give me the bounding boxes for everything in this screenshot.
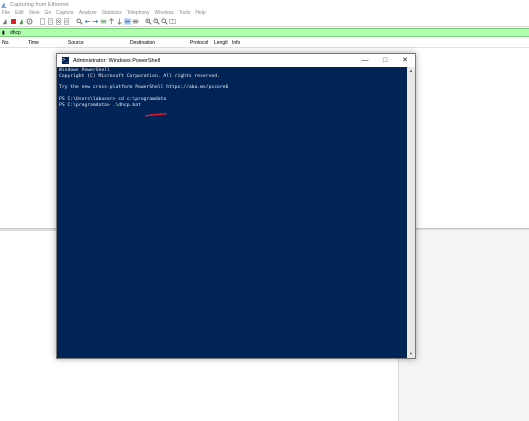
restart-icon[interactable] (18, 18, 25, 25)
column-info[interactable]: Info (232, 40, 240, 46)
close-file-icon[interactable] (55, 18, 62, 25)
colorize-icon[interactable] (132, 18, 139, 25)
window-controls: — □ ✕ (355, 54, 415, 67)
menu-capture[interactable]: Capture (56, 10, 74, 16)
display-filter-input[interactable]: dhcp (10, 30, 21, 36)
powershell-titlebar[interactable]: >_ Administrator: Windows PowerShell — □… (57, 54, 415, 67)
resize-columns-icon[interactable] (169, 18, 176, 25)
options-gear-icon[interactable] (26, 18, 33, 25)
column-no[interactable]: No. (2, 40, 10, 46)
console-line-current: PS C:\programdata> .\dhcp.bat (59, 102, 141, 108)
menu-statistics[interactable]: Statistics (102, 10, 122, 16)
zoom-in-icon[interactable] (145, 18, 152, 25)
wireshark-titlebar: Capturing from Ethernet (0, 0, 529, 9)
forward-icon[interactable] (92, 18, 99, 25)
column-source[interactable]: Source (68, 40, 84, 46)
menu-file[interactable]: File (2, 10, 10, 16)
save-file-icon[interactable] (47, 18, 54, 25)
menu-help[interactable]: Help (195, 10, 205, 16)
menu-go[interactable]: Go (44, 10, 51, 16)
column-destination[interactable]: Destination (130, 40, 155, 46)
menu-telephony[interactable]: Telephony (127, 10, 150, 16)
zoom-out-icon[interactable] (153, 18, 160, 25)
column-time[interactable]: Time (28, 40, 39, 46)
scroll-down-icon[interactable]: ▼ (407, 350, 415, 358)
find-icon[interactable] (76, 18, 83, 25)
main-toolbar (0, 17, 529, 27)
menu-wireless[interactable]: Wireless (155, 10, 174, 16)
column-length[interactable]: Lengtl (214, 40, 228, 46)
menu-tools[interactable]: Tools (179, 10, 191, 16)
column-protocol[interactable]: Protocol (190, 40, 208, 46)
back-icon[interactable] (84, 18, 91, 25)
scroll-up-icon[interactable]: ▲ (407, 67, 415, 75)
maximize-button[interactable]: □ (375, 54, 395, 67)
go-to-packet-icon[interactable] (100, 18, 107, 25)
bookmark-icon[interactable]: ▮ (2, 30, 8, 36)
display-filter-bar[interactable]: ▮ dhcp (0, 28, 529, 37)
open-file-icon[interactable] (39, 18, 46, 25)
shark-fin-icon[interactable] (2, 18, 9, 25)
autoscroll-icon[interactable] (124, 18, 131, 25)
console-scrollbar[interactable]: ▲ ▼ (407, 67, 415, 358)
powershell-console[interactable]: Windows PowerShell Copyright (C) Microso… (57, 67, 407, 358)
stop-icon[interactable] (10, 18, 17, 25)
packet-list-header: No. Time Source Destination Protocol Len… (0, 37, 529, 48)
window-title: Capturing from Ethernet (10, 1, 69, 8)
menu-bar: File Edit View Go Capture Analyze Statis… (0, 9, 529, 17)
menu-edit[interactable]: Edit (15, 10, 24, 16)
powershell-icon: >_ (62, 57, 69, 64)
normal-size-icon[interactable] (161, 18, 168, 25)
first-packet-icon[interactable] (108, 18, 115, 25)
powershell-window[interactable]: >_ Administrator: Windows PowerShell — □… (56, 53, 416, 359)
reload-icon[interactable] (63, 18, 70, 25)
red-annotation-mark (145, 113, 167, 117)
minimize-button[interactable]: — (355, 54, 375, 67)
menu-analyze[interactable]: Analyze (79, 10, 97, 16)
menu-view[interactable]: View (29, 10, 40, 16)
packet-bytes-pane (398, 230, 529, 421)
last-packet-icon[interactable] (116, 18, 123, 25)
powershell-title: Administrator: Windows PowerShell (73, 57, 161, 64)
close-button[interactable]: ✕ (395, 54, 415, 67)
wireshark-logo-icon (1, 2, 7, 8)
